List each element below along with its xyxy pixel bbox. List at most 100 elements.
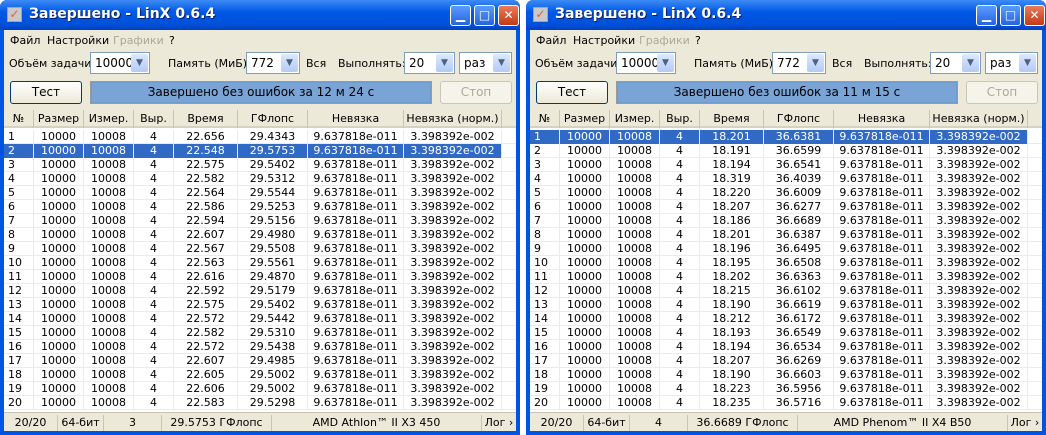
menu-item[interactable]: ? (695, 34, 701, 47)
table-row[interactable]: 3 10000 10008 4 18.194 36.6541 9.637818e-011 3.… (530, 158, 1042, 172)
table-row[interactable]: 12 10000 10008 4 22.592 29.5179 9.637818e-011 3… (4, 284, 516, 298)
size-select[interactable]: 10000 ▼ (616, 52, 676, 74)
column-header[interactable]: Время (700, 110, 764, 128)
table-row[interactable]: 4 10000 10008 4 22.582 29.5312 9.637818e-011 3.… (4, 172, 516, 186)
stop-button[interactable]: Стоп (966, 81, 1038, 104)
column-header[interactable]: Измер. (84, 110, 134, 128)
chevron-down-icon[interactable]: ▼ (962, 54, 979, 72)
table-row[interactable]: 12 10000 10008 4 18.215 36.6102 9.637818e-011 3… (530, 284, 1042, 298)
table-row[interactable]: 6 10000 10008 4 18.207 36.6277 9.637818e-011 3.… (530, 200, 1042, 214)
test-button[interactable]: Тест (536, 81, 608, 104)
minimize-button[interactable]: ▁ (450, 5, 471, 26)
table-row[interactable]: 17 10000 10008 4 22.607 29.4985 9.637818e-011 3… (4, 354, 516, 368)
table-row[interactable]: 2 10000 10008 4 22.548 29.5753 9.637818e-011 3.… (4, 144, 516, 158)
table-cell: 10008 (84, 200, 134, 214)
table-row[interactable]: 2 10000 10008 4 18.191 36.6599 9.637818e-011 3.… (530, 144, 1042, 158)
column-header[interactable]: Невязка (норм.) (404, 110, 502, 128)
minimize-button[interactable]: ▁ (976, 5, 997, 26)
maximize-button[interactable]: □ (1000, 5, 1021, 26)
table-row[interactable]: 19 10000 10008 4 18.223 36.5956 9.637818e-011 3… (530, 382, 1042, 396)
column-header[interactable]: ГФлопс (764, 110, 834, 128)
column-header[interactable]: № (4, 110, 34, 128)
table-row[interactable]: 8 10000 10008 4 18.201 36.6387 9.637818e-011 3.… (530, 228, 1042, 242)
menu-item[interactable]: Графики (639, 34, 690, 47)
menu-item[interactable]: Графики (113, 34, 164, 47)
table-row[interactable]: 11 10000 10008 4 18.202 36.6363 9.637818e-011 3… (530, 270, 1042, 284)
table-row[interactable]: 15 10000 10008 4 18.193 36.6549 9.637818e-011 3… (530, 326, 1042, 340)
size-select[interactable]: 10000 ▼ (90, 52, 150, 74)
table-row[interactable]: 18 10000 10008 4 18.190 36.6603 9.637818e-011 3… (530, 368, 1042, 382)
column-header[interactable]: Измер. (610, 110, 660, 128)
chevron-down-icon[interactable]: ▼ (436, 54, 453, 72)
table-row[interactable]: 14 10000 10008 4 18.212 36.6172 9.637818e-011 3… (530, 312, 1042, 326)
table-row[interactable]: 19 10000 10008 4 22.606 29.5002 9.637818e-011 3… (4, 382, 516, 396)
chevron-down-icon[interactable]: ▼ (281, 54, 298, 72)
table-row[interactable]: 17 10000 10008 4 18.207 36.6269 9.637818e-011 3… (530, 354, 1042, 368)
chevron-down-icon[interactable]: ▼ (1019, 54, 1036, 72)
table-row[interactable]: 9 10000 10008 4 18.196 36.6495 9.637818e-011 3.… (530, 242, 1042, 256)
table-row[interactable]: 4 10000 10008 4 18.319 36.4039 9.637818e-011 3.… (530, 172, 1042, 186)
menu-item[interactable]: ? (169, 34, 175, 47)
table-cell: 10000 (560, 368, 610, 382)
table-row[interactable]: 16 10000 10008 4 22.572 29.5438 9.637818e-011 3… (4, 340, 516, 354)
menu-item[interactable]: Настройки (573, 34, 635, 47)
chevron-down-icon[interactable]: ▼ (493, 54, 510, 72)
table-row[interactable]: 7 10000 10008 4 18.186 36.6689 9.637818e-011 3.… (530, 214, 1042, 228)
title-bar[interactable]: ✓ Завершено - LinX 0.6.4 ▁ □ ✕ (526, 0, 1046, 30)
memory-select[interactable]: 772 ▼ (246, 52, 300, 74)
runs-unit-select[interactable]: раз ▼ (985, 52, 1038, 74)
column-header[interactable]: Невязка (834, 110, 930, 128)
menu-item[interactable]: Файл (10, 34, 40, 47)
column-header[interactable]: Невязка (норм.) (930, 110, 1028, 128)
column-header[interactable]: Невязка (308, 110, 404, 128)
table-row[interactable]: 13 10000 10008 4 22.575 29.5402 9.637818e-011 3… (4, 298, 516, 312)
table-cell: 3.398392e-002 (930, 312, 1028, 326)
table-row[interactable]: 8 10000 10008 4 22.607 29.4980 9.637818e-011 3.… (4, 228, 516, 242)
title-bar[interactable]: ✓ Завершено - LinX 0.6.4 ▁ □ ✕ (0, 0, 520, 30)
column-header[interactable]: Выр. (660, 110, 700, 128)
chevron-down-icon[interactable]: ▼ (807, 54, 824, 72)
table-row[interactable]: 18 10000 10008 4 22.605 29.5002 9.637818e-011 3… (4, 368, 516, 382)
column-header[interactable]: Время (174, 110, 238, 128)
table-row[interactable]: 1 10000 10008 4 22.656 29.4343 9.637818e-011 3.… (4, 130, 516, 144)
maximize-button[interactable]: □ (474, 5, 495, 26)
table-row[interactable]: 16 10000 10008 4 18.194 36.6534 9.637818e-011 3… (530, 340, 1042, 354)
runs-select[interactable]: 20 ▼ (404, 52, 455, 74)
table-row[interactable]: 5 10000 10008 4 18.220 36.6009 9.637818e-011 3.… (530, 186, 1042, 200)
stop-button[interactable]: Стоп (440, 81, 512, 104)
chevron-down-icon[interactable]: ▼ (131, 54, 148, 72)
table-row[interactable]: 10 10000 10008 4 18.195 36.6508 9.637818e-011 3… (530, 256, 1042, 270)
results-table[interactable]: № Размер Измер. Выр. Время ГФлопс Невязка Невяз… (4, 110, 516, 412)
close-button[interactable]: ✕ (498, 5, 519, 26)
memory-select[interactable]: 772 ▼ (772, 52, 826, 74)
table-cell: 3.398392e-002 (930, 396, 1028, 410)
column-header[interactable]: ГФлопс (238, 110, 308, 128)
table-row[interactable]: 7 10000 10008 4 22.594 29.5156 9.637818e-011 3.… (4, 214, 516, 228)
column-header[interactable]: № (530, 110, 560, 128)
table-row[interactable]: 1 10000 10008 4 18.201 36.6381 9.637818e-011 3.… (530, 130, 1042, 144)
menu-item[interactable]: Настройки (47, 34, 109, 47)
table-row[interactable]: 11 10000 10008 4 22.616 29.4870 9.637818e-011 3… (4, 270, 516, 284)
table-row[interactable]: 15 10000 10008 4 22.582 29.5310 9.637818e-011 3… (4, 326, 516, 340)
log-button[interactable]: Лог › (1008, 415, 1042, 431)
table-row[interactable]: 9 10000 10008 4 22.567 29.5508 9.637818e-011 3.… (4, 242, 516, 256)
close-button[interactable]: ✕ (1024, 5, 1045, 26)
column-header[interactable]: Размер (34, 110, 84, 128)
table-row[interactable]: 20 10000 10008 4 18.235 36.5716 9.637818e-011 3… (530, 396, 1042, 410)
runs-unit-select[interactable]: раз ▼ (459, 52, 512, 74)
log-button[interactable]: Лог › (482, 415, 516, 431)
column-header[interactable]: Выр. (134, 110, 174, 128)
table-row[interactable]: 20 10000 10008 4 22.583 29.5298 9.637818e-011 3… (4, 396, 516, 410)
menu-item[interactable]: Файл (536, 34, 566, 47)
runs-select[interactable]: 20 ▼ (930, 52, 981, 74)
table-row[interactable]: 5 10000 10008 4 22.564 29.5544 9.637818e-011 3.… (4, 186, 516, 200)
table-row[interactable]: 6 10000 10008 4 22.586 29.5253 9.637818e-011 3.… (4, 200, 516, 214)
column-header[interactable]: Размер (560, 110, 610, 128)
table-row[interactable]: 13 10000 10008 4 18.190 36.6619 9.637818e-011 3… (530, 298, 1042, 312)
chevron-down-icon[interactable]: ▼ (657, 54, 674, 72)
test-button[interactable]: Тест (10, 81, 82, 104)
table-row[interactable]: 14 10000 10008 4 22.572 29.5442 9.637818e-011 3… (4, 312, 516, 326)
table-row[interactable]: 10 10000 10008 4 22.563 29.5561 9.637818e-011 3… (4, 256, 516, 270)
results-table[interactable]: № Размер Измер. Выр. Время ГФлопс Невязка Невяз… (530, 110, 1042, 412)
table-row[interactable]: 3 10000 10008 4 22.575 29.5402 9.637818e-011 3.… (4, 158, 516, 172)
